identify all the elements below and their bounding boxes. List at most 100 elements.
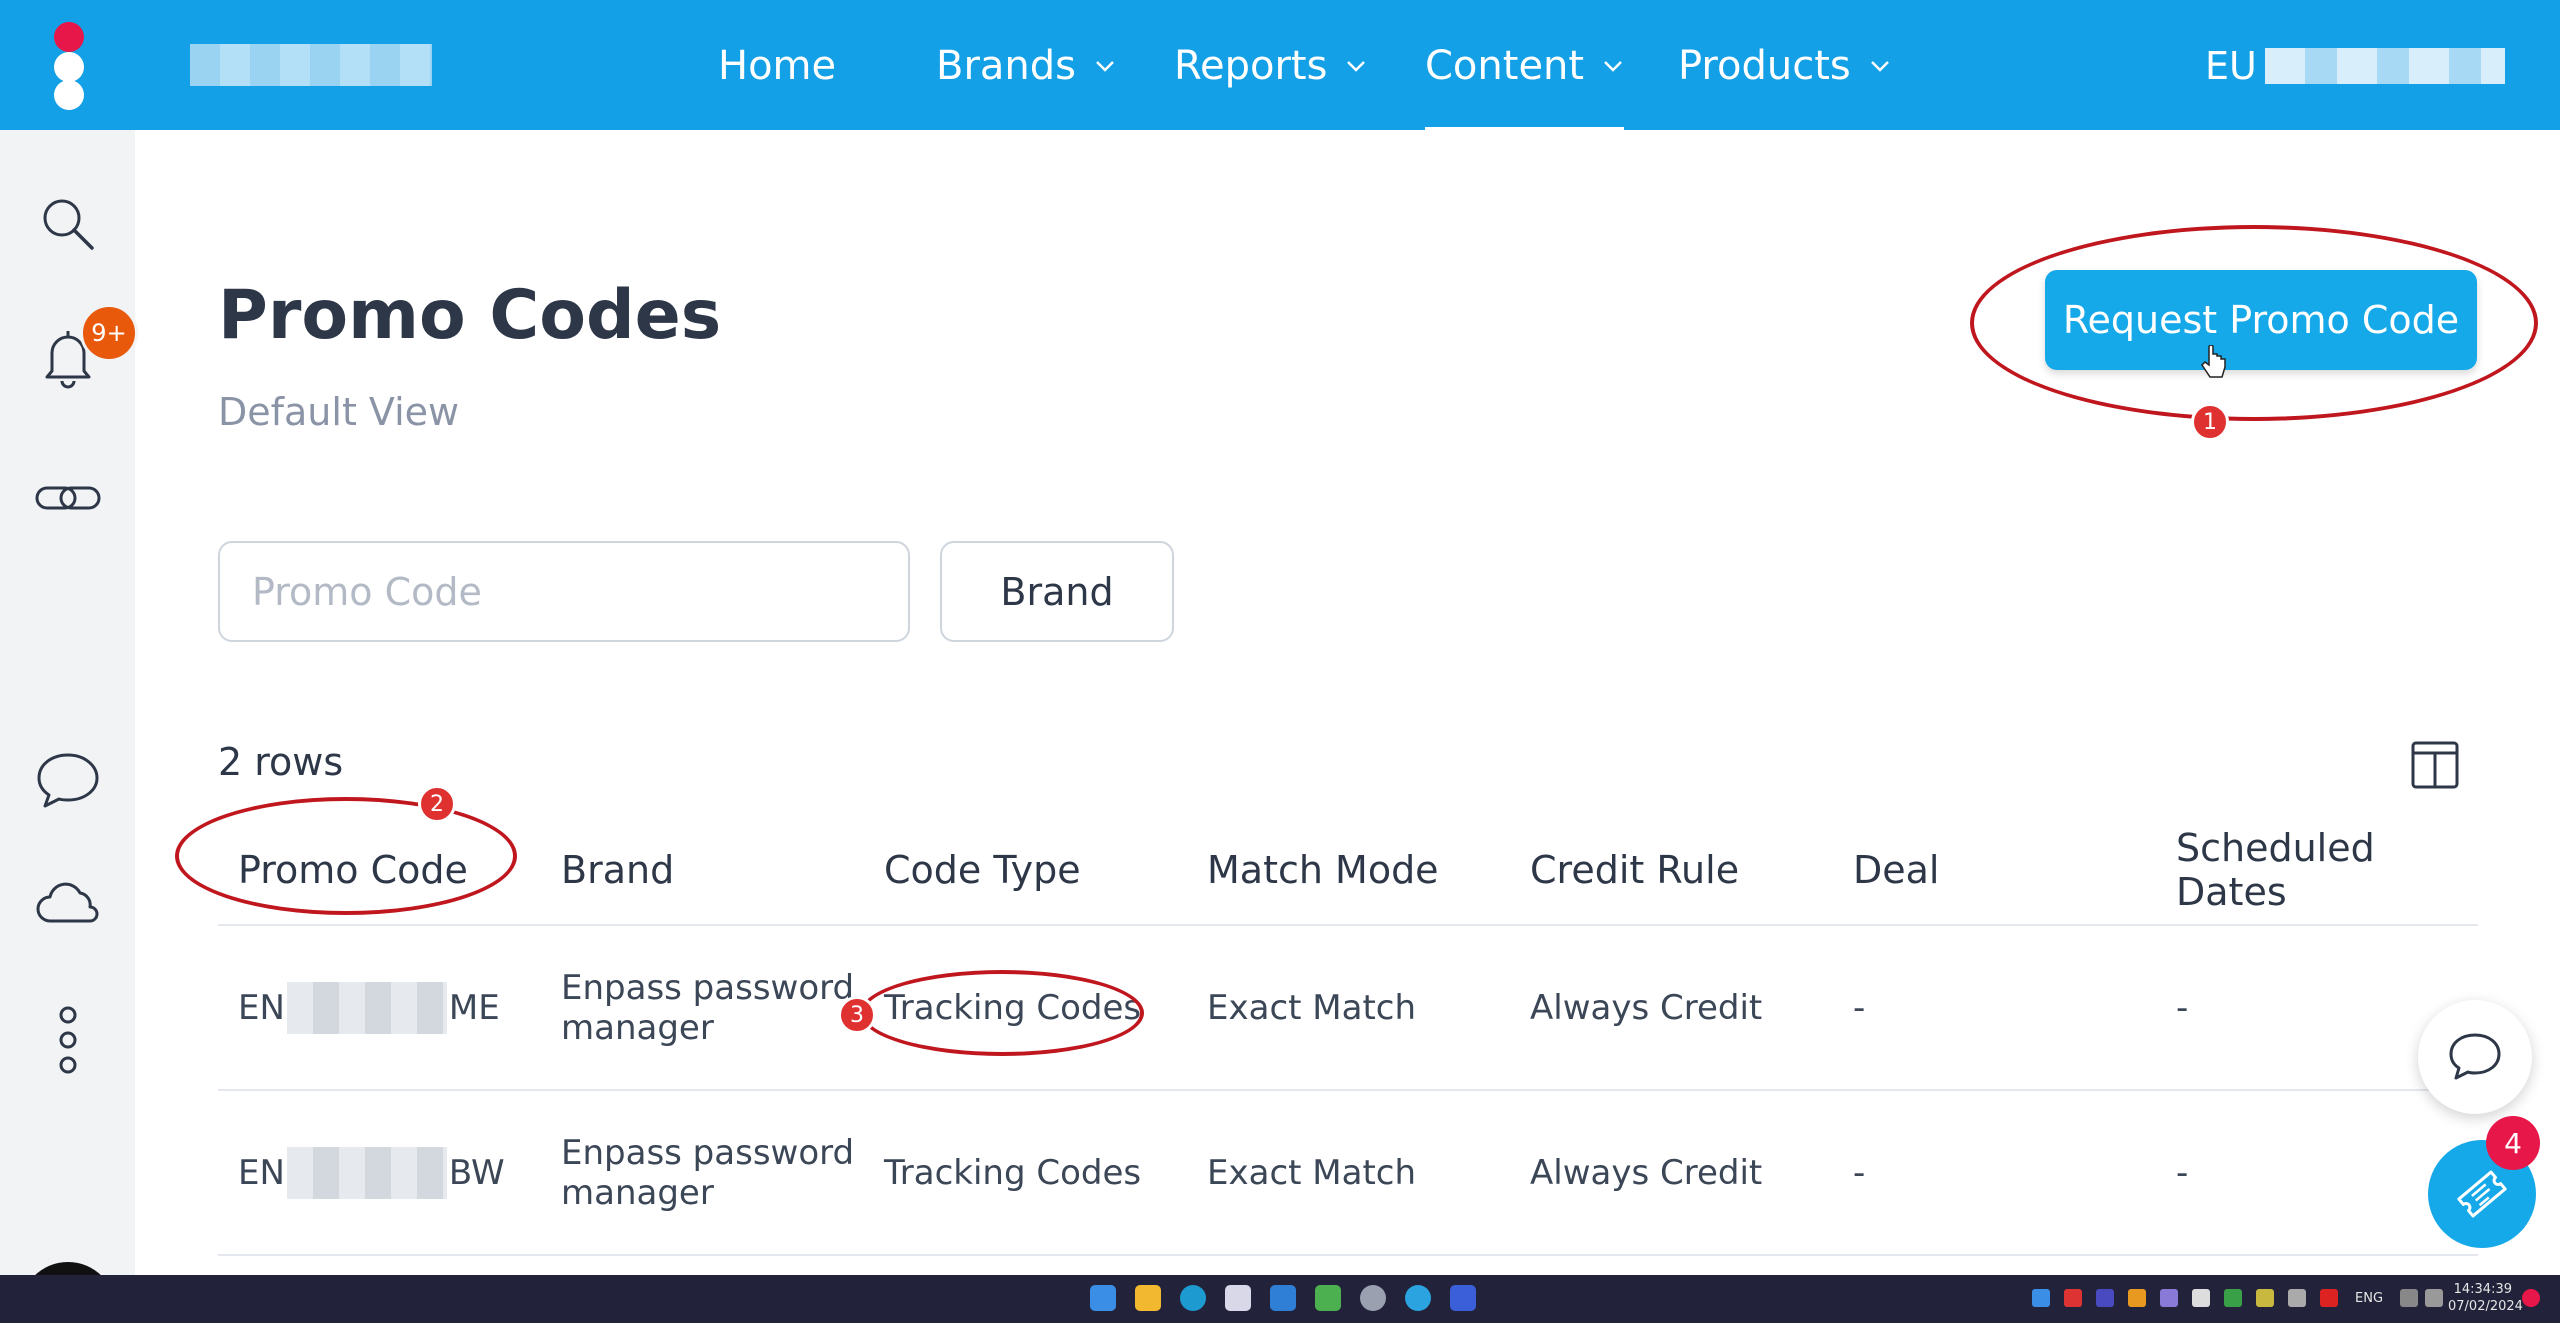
promo-code-suffix: ME — [448, 987, 500, 1028]
tray-icon[interactable] — [2064, 1289, 2082, 1307]
promo-code-prefix: EN — [238, 987, 285, 1028]
promo-code-search-input[interactable] — [218, 541, 910, 642]
request-promo-code-button[interactable]: Request Promo Code — [2045, 270, 2477, 370]
brand-cell: Enpass password manager — [541, 1090, 864, 1256]
mouse-cursor-icon — [2201, 345, 2226, 378]
os-taskbar: ENG 14:34:39 07/02/2024 — [0, 1275, 2560, 1323]
store-icon[interactable] — [1225, 1285, 1251, 1311]
promo-code-redacted — [286, 1146, 447, 1199]
brand-cell: Enpass password manager — [541, 925, 864, 1091]
tray-icon[interactable] — [2128, 1289, 2146, 1307]
view-selector[interactable]: Default View — [218, 390, 459, 434]
link-icon — [35, 486, 101, 510]
top-navigation-bar: Home Brands Reports Content Products EU — [0, 0, 2560, 132]
nav-home[interactable]: Home — [718, 36, 836, 96]
network-icon[interactable] — [2400, 1289, 2418, 1307]
more-vertical-icon — [59, 1006, 77, 1074]
sidebar-search[interactable] — [30, 186, 106, 262]
volume-icon[interactable] — [2425, 1289, 2443, 1307]
edge-browser-icon[interactable] — [1180, 1285, 1206, 1311]
promo-code-cell[interactable]: EN BW — [218, 1090, 541, 1256]
promo-code-suffix: BW — [448, 1152, 505, 1193]
chevron-down-icon — [1096, 61, 1114, 72]
app-icon[interactable] — [1315, 1285, 1341, 1311]
promo-code-prefix: EN — [238, 1152, 285, 1193]
keyboard-language[interactable]: ENG — [2355, 1291, 2383, 1306]
windows-start-icon[interactable] — [1090, 1285, 1116, 1311]
notification-center-icon[interactable] — [2522, 1289, 2540, 1307]
telegram-icon[interactable] — [1405, 1285, 1431, 1311]
chevron-down-icon — [1604, 61, 1622, 72]
tray-icon[interactable] — [2320, 1289, 2338, 1307]
nav-home-label: Home — [718, 43, 837, 89]
column-header-scheduled-dates[interactable]: Scheduled Dates — [2156, 815, 2478, 926]
brand-filter-button[interactable]: Brand — [940, 541, 1174, 642]
promo-codes-table: Promo Code Brand Code Type Match Mode Cr… — [218, 815, 2478, 1256]
tray-icon[interactable] — [2256, 1289, 2274, 1307]
annotation-marker-2: 2 — [418, 785, 456, 823]
nav-brands[interactable]: Brands — [936, 36, 1116, 96]
table-row[interactable]: EN BW Enpass password manager Tracking Co… — [218, 1090, 2478, 1256]
search-icon — [43, 199, 94, 250]
sidebar-messages[interactable] — [30, 742, 106, 818]
credit-rule-cell: Always Credit — [1510, 1090, 1833, 1256]
column-header-deal[interactable]: Deal — [1833, 815, 2156, 926]
firefox-icon[interactable] — [1450, 1285, 1476, 1311]
chevron-down-icon — [1347, 61, 1366, 72]
tray-icon[interactable] — [2288, 1289, 2306, 1307]
nav-products-label: Products — [1678, 43, 1851, 89]
tray-icon[interactable] — [2160, 1289, 2178, 1307]
notification-count-badge: 9+ — [80, 304, 138, 362]
tickets-count-badge: 4 — [2486, 1116, 2540, 1170]
app-logo[interactable] — [48, 20, 88, 112]
nav-reports-label: Reports — [1174, 43, 1328, 89]
column-header-match-mode[interactable]: Match Mode — [1187, 815, 1510, 926]
tray-icon[interactable] — [2192, 1289, 2210, 1307]
annotation-marker-3: 3 — [838, 996, 876, 1034]
column-header-brand[interactable]: Brand — [541, 815, 864, 926]
file-explorer-icon[interactable] — [1135, 1285, 1161, 1311]
chevron-down-icon — [1870, 61, 1889, 72]
deal-cell: - — [1833, 925, 2156, 1091]
ticket-icon — [2457, 1170, 2507, 1218]
scheduled-dates-cell: - — [2156, 1090, 2478, 1256]
tray-icon[interactable] — [2096, 1289, 2114, 1307]
row-count: 2 rows — [218, 740, 344, 784]
user-name-redacted — [2264, 48, 2505, 84]
sidebar-cloud[interactable] — [30, 866, 106, 942]
cloud-icon — [36, 882, 99, 923]
table-row[interactable]: EN ME Enpass password manager Tracking Co… — [218, 925, 2478, 1091]
sidebar: 9+ — [0, 130, 138, 1323]
system-clock[interactable]: 14:34:39 07/02/2024 — [2448, 1281, 2523, 1315]
chat-bubble-icon — [37, 753, 99, 808]
promo-code-cell[interactable]: EN ME — [218, 925, 541, 1091]
column-header-credit-rule[interactable]: Credit Rule — [1510, 815, 1833, 926]
clock-date: 07/02/2024 — [2448, 1299, 2523, 1314]
nav-brands-label: Brands — [936, 43, 1076, 89]
column-header-promo-code[interactable]: Promo Code — [218, 815, 541, 926]
user-menu[interactable]: EU — [2205, 40, 2505, 92]
chat-bubble-icon — [2449, 1033, 2501, 1080]
sidebar-more[interactable] — [30, 1002, 106, 1078]
columns-layout-icon[interactable] — [2410, 740, 2460, 790]
app-icon[interactable] — [1360, 1285, 1386, 1311]
column-header-code-type[interactable]: Code Type — [864, 815, 1187, 926]
table-header-row: Promo Code Brand Code Type Match Mode Cr… — [218, 815, 2478, 926]
nav-content-label: Content — [1425, 43, 1585, 89]
tray-icon[interactable] — [2224, 1289, 2242, 1307]
tray-icon[interactable] — [2032, 1289, 2050, 1307]
chat-fab-button[interactable] — [2418, 1000, 2532, 1114]
match-mode-cell: Exact Match — [1187, 1090, 1510, 1256]
nav-content[interactable]: Content — [1425, 36, 1625, 132]
logo-dot-white-top — [54, 52, 84, 82]
code-type-cell: Tracking Codes — [864, 925, 1187, 1091]
sidebar-links[interactable] — [30, 460, 106, 536]
nav-reports[interactable]: Reports — [1174, 36, 1367, 96]
account-name-redacted — [190, 44, 432, 86]
code-type-cell: Tracking Codes — [864, 1090, 1187, 1256]
nav-products[interactable]: Products — [1678, 36, 1891, 96]
app-icon[interactable] — [1270, 1285, 1296, 1311]
logo-dot-white-bottom — [54, 80, 84, 110]
page-title: Promo Codes — [218, 276, 722, 355]
match-mode-cell: Exact Match — [1187, 925, 1510, 1091]
